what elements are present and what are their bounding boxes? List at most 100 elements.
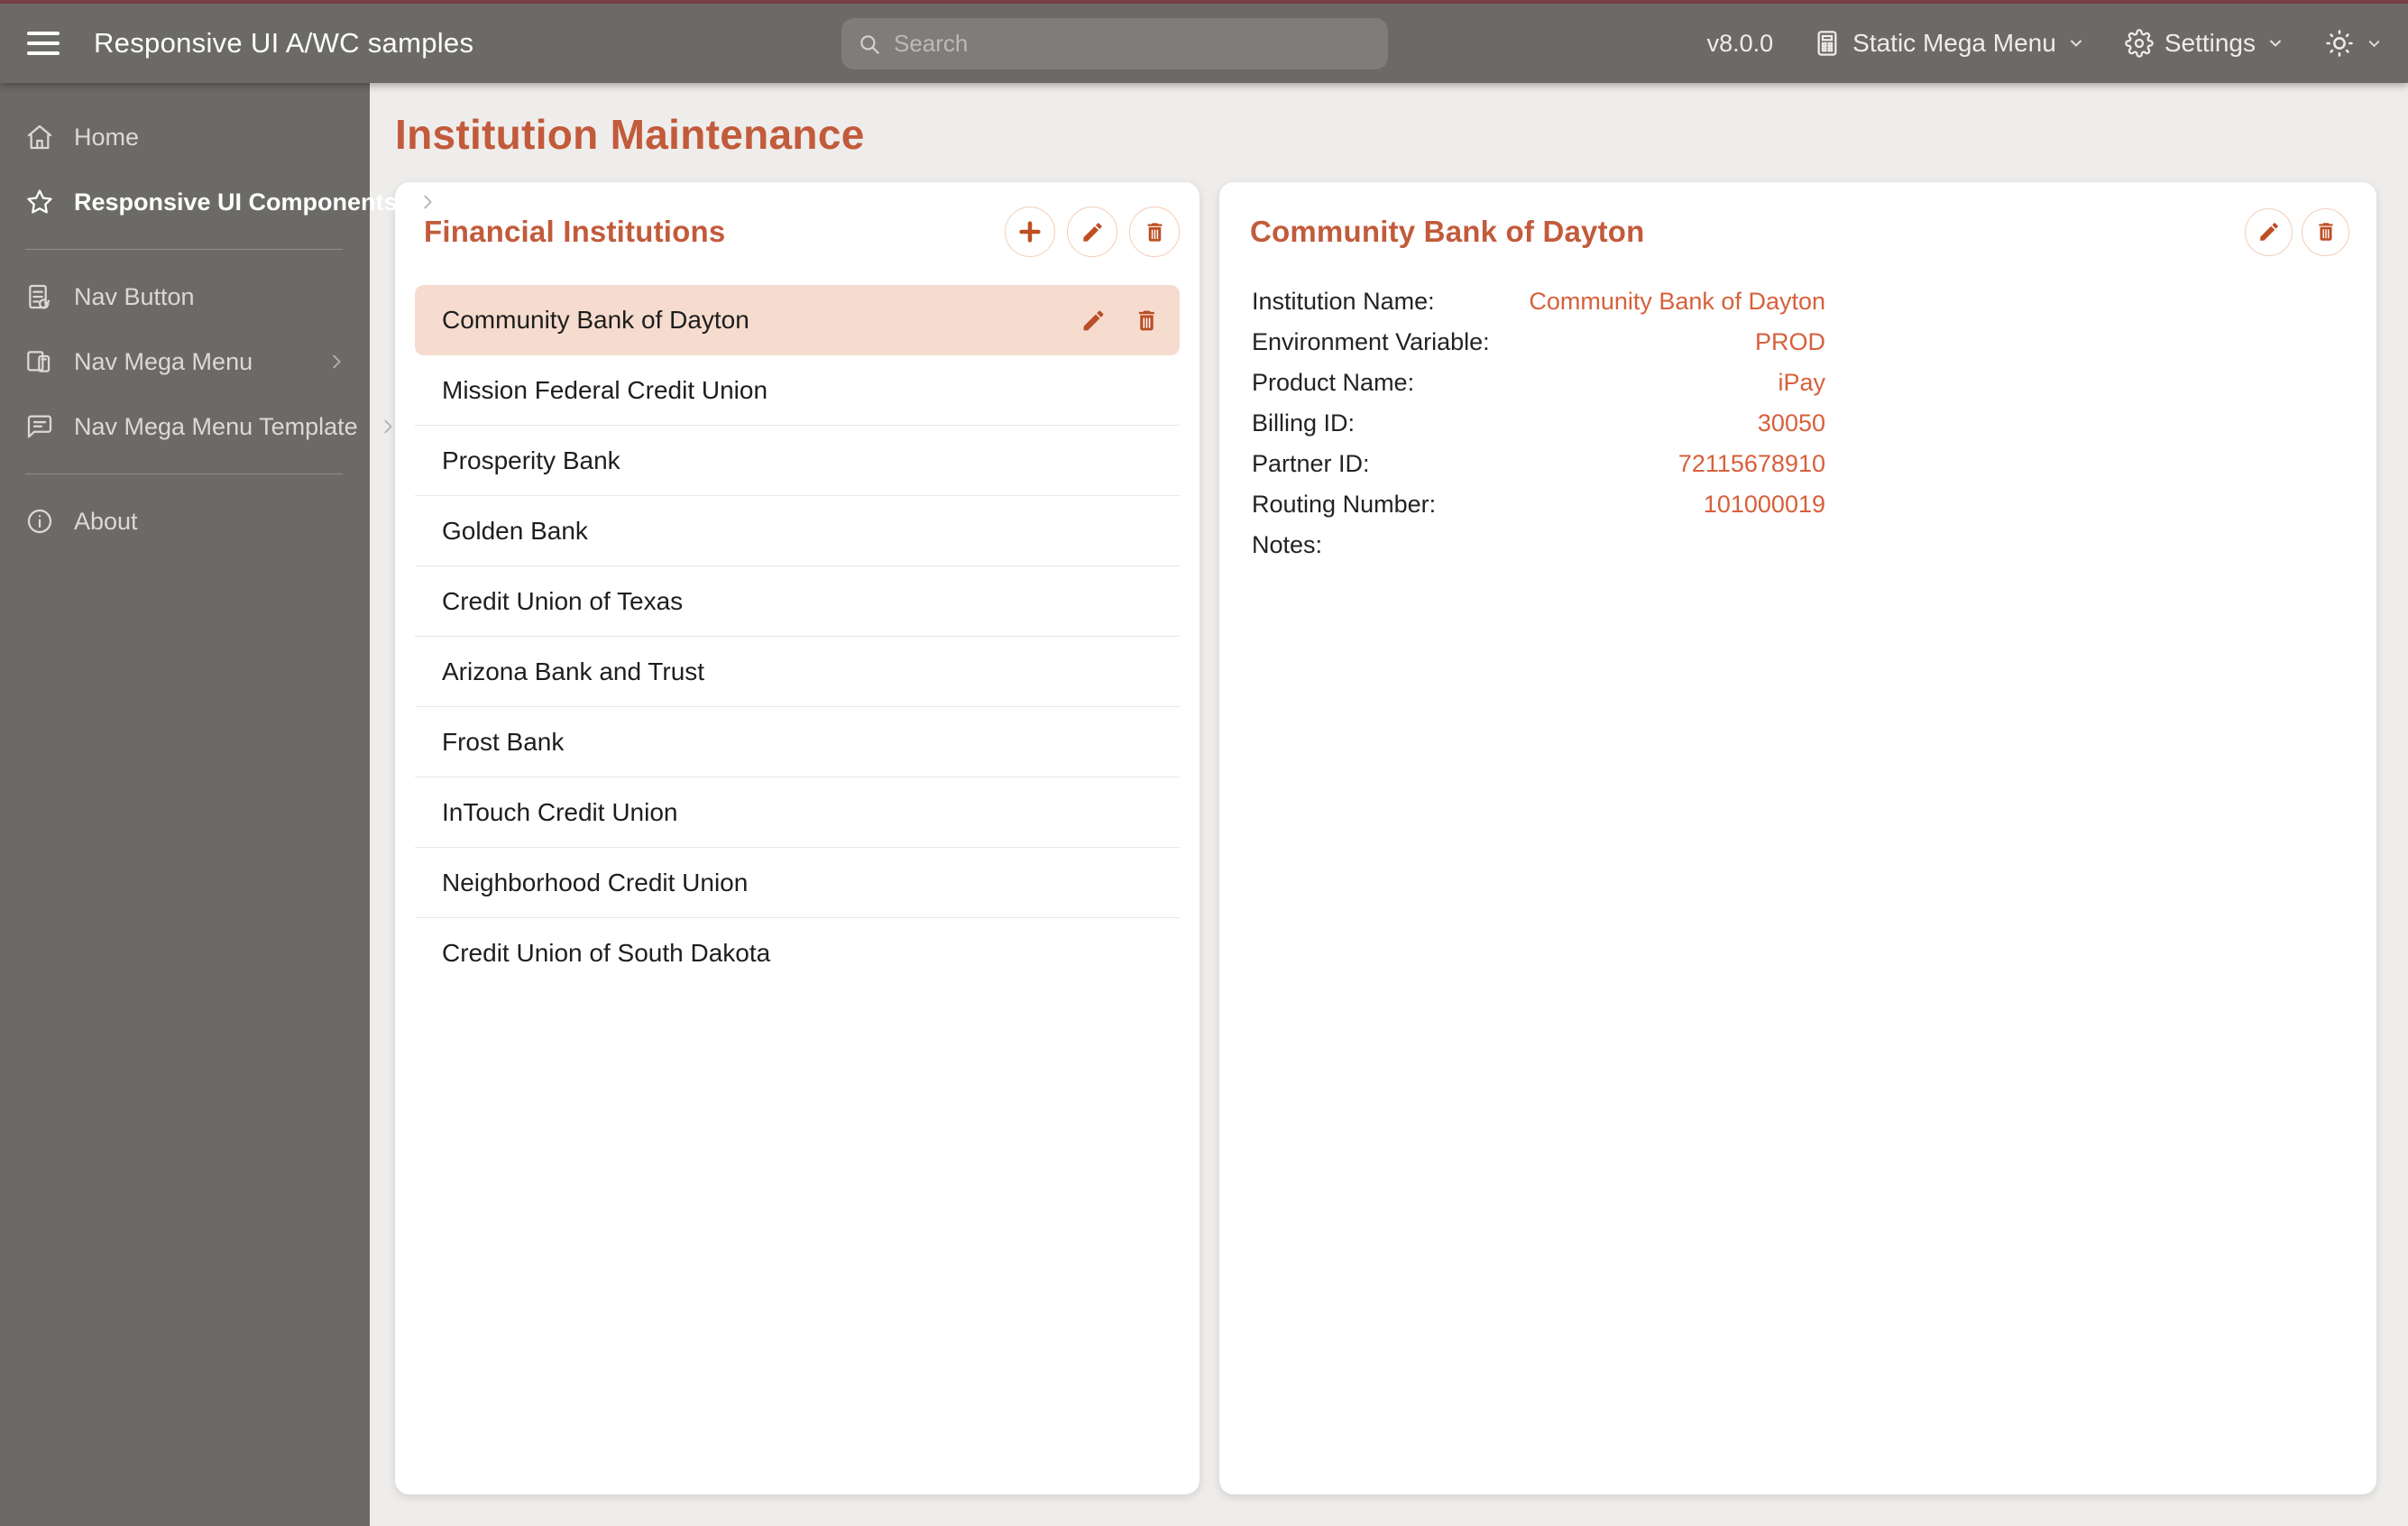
info-icon [25, 507, 54, 536]
sidebar-item-label: Nav Mega Menu Template [74, 412, 358, 440]
chevron-down-icon [2270, 40, 2281, 47]
sidebar-item-label: About [74, 507, 138, 535]
star-icon [25, 188, 54, 216]
field-label: Billing ID: [1252, 409, 1356, 437]
institution-list-item[interactable]: Community Bank of Dayton [415, 285, 1180, 355]
institution-fields: Institution Name: Community Bank of Dayto… [1252, 281, 1825, 565]
institution-list-item[interactable]: Credit Union of South Dakota [415, 918, 1180, 988]
institution-name: Prosperity Bank [442, 446, 620, 474]
template-bubble-icon [25, 412, 54, 441]
field-label: Notes: [1252, 531, 1323, 558]
page-title: Institution Maintenance [395, 111, 865, 158]
pencil-icon [2259, 223, 2278, 241]
sidebar-item-nav-mega-menu-template[interactable]: Nav Mega Menu Template [0, 394, 392, 459]
plus-icon [1019, 221, 1041, 243]
sidebar-item-responsive-ui-components[interactable]: Responsive UI Components [0, 170, 432, 234]
sidebar-item-nav-button[interactable]: Nav Button [0, 264, 370, 329]
institution-name: Arizona Bank and Trust [442, 657, 705, 685]
detail-field-row: Billing ID: 30050 [1252, 403, 1825, 444]
topbar-right-controls: v8.0.0 Static Mega Menu Settings [1707, 4, 2383, 83]
sidebar-divider [25, 249, 343, 250]
row-actions [1080, 308, 1160, 334]
sidebar-item-label: Nav Button [74, 282, 195, 310]
institution-detail-card: Community Bank of Dayton Institution Nam… [1219, 182, 2376, 1494]
institution-list-item[interactable]: Golden Bank [415, 496, 1180, 566]
search-input[interactable] [894, 30, 1372, 58]
institution-list-item[interactable]: Prosperity Bank [415, 426, 1180, 496]
detail-field-row: Product Name: iPay [1252, 363, 1825, 403]
chevron-down-icon [2070, 40, 2082, 47]
field-label: Product Name: [1252, 369, 1415, 396]
institution-list-item[interactable]: Frost Bank [415, 707, 1180, 777]
sidebar-item-nav-mega-menu[interactable]: Nav Mega Menu [0, 329, 370, 394]
chevron-right-icon [378, 417, 398, 437]
sidebar-item-label: Responsive UI Components [74, 188, 398, 216]
detail-field-row: Routing Number: 101000019 [1252, 484, 1825, 525]
institution-list-item[interactable]: InTouch Credit Union [415, 777, 1180, 848]
chevron-right-icon [326, 352, 346, 372]
sidebar-item-label: Nav Mega Menu [74, 347, 253, 375]
mega-menu-screens-icon [25, 347, 54, 376]
sun-icon [2326, 30, 2353, 57]
field-value: iPay [1778, 369, 1825, 396]
edit-row-button[interactable] [1080, 308, 1107, 334]
institution-name: Credit Union of Texas [442, 586, 684, 615]
sidebar-item-about[interactable]: About [0, 489, 370, 554]
detail-field-row: Institution Name: Community Bank of Dayto… [1252, 281, 1825, 322]
institution-list-item[interactable]: Mission Federal Credit Union [415, 355, 1180, 426]
version-label: v8.0.0 [1706, 29, 1774, 57]
add-institution-button[interactable] [1005, 207, 1055, 257]
delete-row-button[interactable] [1134, 308, 1160, 334]
delete-institution-button[interactable] [1129, 207, 1180, 257]
institution-name: Mission Federal Credit Union [442, 375, 768, 404]
detail-field-row: Notes: [1252, 525, 1825, 565]
field-label: Routing Number: [1252, 491, 1437, 518]
field-value: 72115678910 [1677, 450, 1825, 477]
home-icon [25, 123, 54, 152]
hamburger-menu-icon[interactable] [27, 28, 63, 59]
trash-icon [2318, 223, 2333, 241]
institution-name: Community Bank of Dayton [442, 306, 749, 334]
search-icon [860, 34, 879, 54]
sidebar-nav: Home Responsive UI Components Nav Button Na… [0, 83, 432, 1526]
mega-menu-label: Static Mega Menu [1852, 29, 2056, 57]
delete-detail-button[interactable] [2302, 207, 2349, 256]
institution-name: Credit Union of South Dakota [442, 939, 771, 967]
sidebar-item-label: Home [74, 123, 140, 151]
detail-field-row: Partner ID: 72115678910 [1252, 444, 1825, 484]
topbar: Responsive UI A/WC samples v8.0.0 Static… [0, 4, 2408, 83]
chevron-right-icon [418, 192, 437, 212]
field-label: Partner ID: [1252, 450, 1370, 477]
financial-institutions-card: Financial Institutions Community Bank of… [395, 182, 1199, 1494]
edit-institution-button[interactable] [1067, 207, 1117, 257]
institution-list-item[interactable]: Credit Union of Texas [415, 566, 1180, 637]
sidebar-divider [25, 473, 343, 474]
chevron-down-icon [2368, 40, 2380, 47]
field-label: Environment Variable: [1252, 328, 1490, 355]
field-value: 101000019 [1703, 491, 1825, 518]
financial-institutions-title: Financial Institutions [424, 215, 726, 248]
app-title: Responsive UI A/WC samples [94, 27, 474, 59]
institution-detail-title: Community Bank of Dayton [1250, 215, 1645, 248]
settings-dropdown[interactable]: Settings [2125, 29, 2284, 58]
pencil-icon [1082, 222, 1102, 242]
institution-name: Frost Bank [442, 727, 565, 756]
institution-name: InTouch Credit Union [442, 797, 678, 826]
detail-field-row: Environment Variable: PROD [1252, 322, 1825, 363]
institution-name: Golden Bank [442, 516, 588, 545]
trash-icon [1147, 222, 1162, 242]
search-box [841, 18, 1388, 69]
institution-list-item[interactable]: Arizona Bank and Trust [415, 637, 1180, 707]
sidebar-item-home[interactable]: Home [0, 105, 370, 170]
field-value: 30050 [1757, 409, 1825, 437]
mega-menu-icon [1817, 31, 1837, 56]
institution-list-item[interactable]: Neighborhood Credit Union [415, 848, 1180, 918]
gear-icon [2125, 29, 2154, 58]
theme-toggle-dropdown[interactable] [2324, 28, 2383, 59]
edit-detail-button[interactable] [2245, 207, 2293, 256]
settings-label: Settings [2164, 29, 2256, 57]
field-value: Community Bank of Dayton [1529, 288, 1825, 315]
mega-menu-dropdown[interactable]: Static Mega Menu [1813, 29, 2085, 58]
field-label: Institution Name: [1252, 288, 1435, 315]
field-value: PROD [1754, 328, 1825, 355]
